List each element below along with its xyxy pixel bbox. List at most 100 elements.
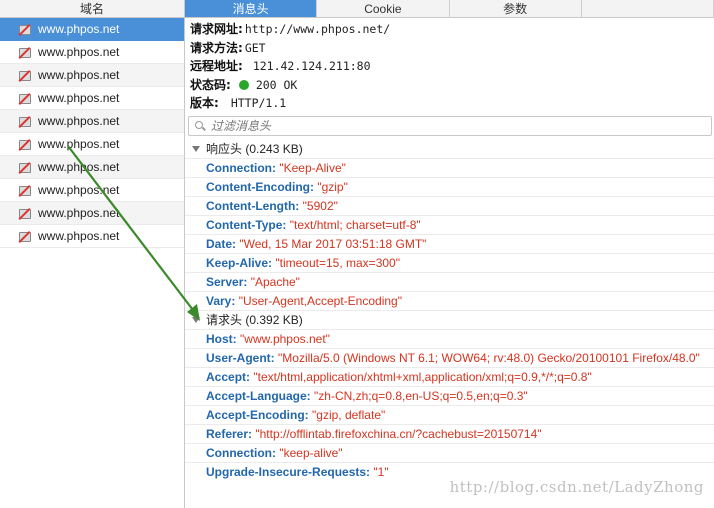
method-label: 请求方法:	[190, 40, 243, 55]
details-pane: 消息头 Cookie 参数 请求网址: http://www.phpos.net/…	[185, 0, 714, 508]
header-row[interactable]: Accept-Encoding: "gzip, deflate"	[185, 406, 714, 425]
request-row[interactable]: www.phpos.net	[0, 41, 184, 64]
header-value: "User-Agent,Accept-Encoding"	[238, 293, 402, 308]
request-row[interactable]: www.phpos.net	[0, 18, 184, 41]
header-row[interactable]: Date: "Wed, 15 Mar 2017 03:51:18 GMT"	[185, 235, 714, 254]
filter-headers-input[interactable]	[211, 118, 691, 133]
request-row[interactable]: www.phpos.net	[0, 202, 184, 225]
header-name: Accept-Encoding:	[206, 407, 309, 422]
request-row[interactable]: www.phpos.net	[0, 225, 184, 248]
expand-triangle-icon	[192, 316, 200, 323]
header-row[interactable]: Host: "www.phpos.net"	[185, 330, 714, 349]
request-domain: www.phpos.net	[38, 22, 120, 36]
header-row[interactable]: Content-Length: "5902"	[185, 197, 714, 216]
request-headers-size: (0.392 KB)	[245, 312, 303, 327]
response-headers-title: 响应头	[206, 141, 243, 156]
header-value: "keep-alive"	[279, 445, 343, 460]
header-row[interactable]: Content-Encoding: "gzip"	[185, 178, 714, 197]
response-headers-list: Connection: "Keep-Alive" Content-Encodin…	[185, 159, 714, 311]
request-row[interactable]: www.phpos.net	[0, 87, 184, 110]
response-headers-toggle[interactable]: 响应头 (0.243 KB)	[185, 140, 714, 159]
request-domain: www.phpos.net	[38, 114, 120, 128]
request-headers-list: Host: "www.phpos.net" User-Agent: "Mozil…	[185, 330, 714, 482]
header-value: "1"	[373, 464, 389, 479]
version-label: 版本:	[190, 96, 219, 110]
request-row[interactable]: www.phpos.net	[0, 179, 184, 202]
request-row[interactable]: www.phpos.net	[0, 64, 184, 87]
summary-version: 版本: HTTP/1.1	[190, 94, 714, 113]
header-value: "http://offlintab.firefoxchina.cn/?cache…	[255, 426, 542, 441]
header-value: "5902"	[302, 198, 338, 213]
status-label: 状态码:	[190, 77, 231, 92]
insecure-page-icon	[18, 46, 31, 59]
tab-headers[interactable]: 消息头	[185, 0, 318, 17]
header-value: "www.phpos.net"	[240, 331, 330, 346]
request-domain: www.phpos.net	[38, 137, 120, 151]
header-name: Host:	[206, 331, 237, 346]
header-name: Accept:	[206, 369, 251, 384]
header-name: Server:	[206, 274, 248, 289]
insecure-page-icon	[18, 207, 31, 220]
filter-headers-box[interactable]	[188, 115, 712, 136]
header-name: Content-Type:	[206, 217, 287, 232]
method-value: GET	[244, 40, 266, 55]
header-row[interactable]: Keep-Alive: "timeout=15, max=300"	[185, 254, 714, 273]
header-name: User-Agent:	[206, 350, 275, 365]
request-headers-title: 请求头	[206, 312, 243, 327]
status-value: 200 OK	[255, 77, 298, 92]
header-row[interactable]: Connection: "Keep-Alive"	[185, 159, 714, 178]
url-label: 请求网址:	[190, 22, 243, 36]
header-row[interactable]: Vary: "User-Agent,Accept-Encoding"	[185, 292, 714, 311]
header-value: "gzip, deflate"	[312, 407, 386, 422]
tab-params[interactable]: 参数	[450, 0, 582, 17]
request-summary: 请求网址: http://www.phpos.net/ 请求方法: GET 远程地址…	[185, 18, 714, 113]
tab-extra[interactable]	[582, 0, 714, 17]
url-value: http://www.phpos.net/	[244, 22, 391, 36]
header-row[interactable]: Server: "Apache"	[185, 273, 714, 292]
expand-triangle-icon	[192, 145, 200, 152]
request-row[interactable]: www.phpos.net	[0, 110, 184, 133]
remote-label: 远程地址:	[190, 59, 243, 73]
header-value: "Wed, 15 Mar 2017 03:51:18 GMT"	[239, 236, 427, 251]
insecure-page-icon	[18, 23, 31, 36]
summary-remote: 远程地址: 121.42.124.211:80	[190, 57, 714, 76]
request-domain: www.phpos.net	[38, 45, 120, 59]
header-name: Connection:	[206, 445, 276, 460]
request-domain: www.phpos.net	[38, 68, 120, 82]
response-headers-size: (0.243 KB)	[245, 141, 303, 156]
domain-column-header[interactable]: 域名	[0, 0, 184, 18]
header-row[interactable]: Accept-Language: "zh-CN,zh;q=0.8,en-US;q…	[185, 387, 714, 406]
header-name: Connection:	[206, 160, 276, 175]
header-row[interactable]: Content-Type: "text/html; charset=utf-8"	[185, 216, 714, 235]
header-row[interactable]: Connection: "keep-alive"	[185, 444, 714, 463]
request-row[interactable]: www.phpos.net	[0, 156, 184, 179]
insecure-page-icon	[18, 161, 31, 174]
status-ok-icon	[238, 79, 249, 90]
header-row[interactable]: User-Agent: "Mozilla/5.0 (Windows NT 6.1…	[185, 349, 714, 368]
header-name: Upgrade-Insecure-Requests:	[206, 464, 371, 479]
request-domain: www.phpos.net	[38, 91, 120, 105]
header-row[interactable]: Referer: "http://offlintab.firefoxchina.…	[185, 425, 714, 444]
version-value: HTTP/1.1	[230, 96, 287, 110]
request-list-pane: 域名 www.phpos.net www.phpos.net www.phpos…	[0, 0, 185, 508]
request-domain: www.phpos.net	[38, 183, 120, 197]
header-name: Content-Encoding:	[206, 179, 314, 194]
request-row[interactable]: www.phpos.net	[0, 133, 184, 156]
insecure-page-icon	[18, 184, 31, 197]
remote-value: 121.42.124.211:80	[252, 59, 371, 73]
header-row[interactable]: Accept: "text/html,application/xhtml+xml…	[185, 368, 714, 387]
request-headers-toggle[interactable]: 请求头 (0.392 KB)	[185, 311, 714, 330]
header-name: Content-Length:	[206, 198, 300, 213]
header-name: Referer:	[206, 426, 253, 441]
tab-cookie[interactable]: Cookie	[317, 0, 450, 17]
watermark: http://blog.csdn.net/LadyZhong	[449, 478, 704, 496]
summary-status: 状态码: 200 OK	[190, 76, 714, 95]
request-domain: www.phpos.net	[38, 229, 120, 243]
header-name: Vary:	[206, 293, 236, 308]
search-icon	[195, 120, 205, 131]
insecure-page-icon	[18, 138, 31, 151]
request-domain: www.phpos.net	[38, 206, 120, 220]
insecure-page-icon	[18, 230, 31, 243]
header-name: Accept-Language:	[206, 388, 311, 403]
header-name: Date:	[206, 236, 237, 251]
